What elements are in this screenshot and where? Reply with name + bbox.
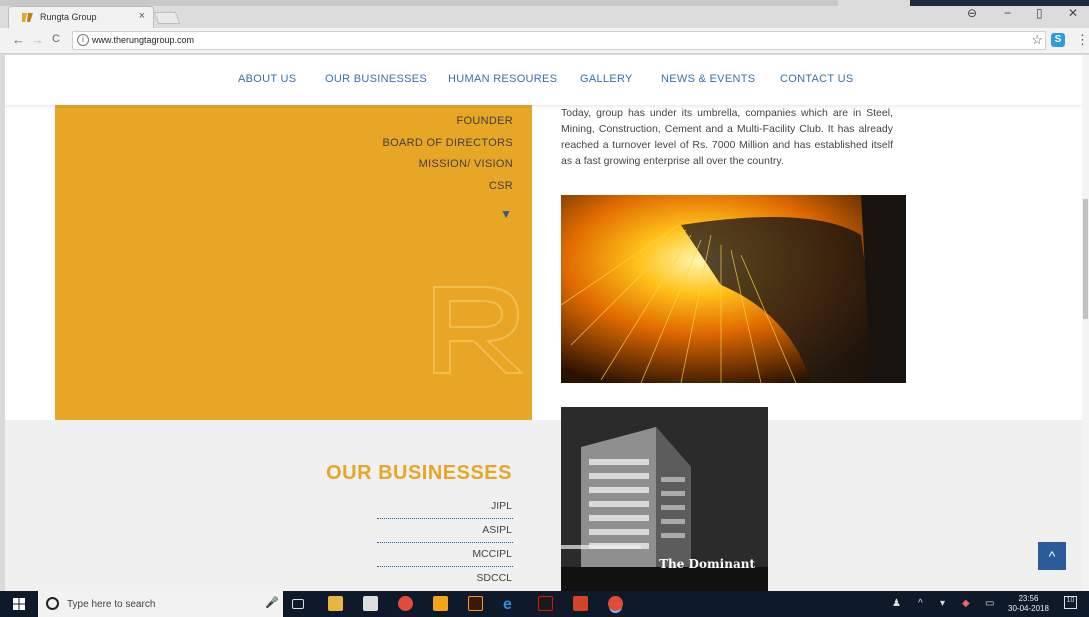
- page-scrollbar[interactable]: [1082, 55, 1089, 591]
- skype-extension-icon[interactable]: S: [1051, 33, 1065, 47]
- people-icon[interactable]: ♟: [892, 598, 901, 609]
- submenu-founder[interactable]: FOUNDER: [457, 115, 514, 127]
- microphone-icon[interactable]: 🎤: [265, 596, 279, 609]
- address-bar[interactable]: i www.therungtagroup.com ☆: [72, 31, 1046, 50]
- browser-tabstrip: Rungta Group × ⊖ − ▯ ✕: [0, 0, 1089, 28]
- powerpoint-icon[interactable]: [573, 596, 588, 611]
- new-tab-button[interactable]: [153, 12, 181, 24]
- reload-button[interactable]: C: [52, 33, 60, 45]
- windows-taskbar: Type here to search 🎤 e ♟ ^ ▾ ◆ ▭ 23:56 …: [0, 591, 1089, 617]
- close-window-button[interactable]: ✕: [1068, 6, 1078, 20]
- edge-icon[interactable]: e: [503, 596, 518, 613]
- divider: [377, 518, 513, 519]
- nav-contact-us[interactable]: CONTACT US: [780, 73, 854, 85]
- submenu-board-of-directors[interactable]: BOARD OF DIRECTORS: [383, 137, 514, 149]
- tab-title: Rungta Group: [40, 12, 97, 22]
- browser-toolbar: ← → C i www.therungtagroup.com ☆: [0, 28, 1089, 54]
- profile-icon[interactable]: ⊖: [967, 6, 977, 20]
- browser-menu-icon[interactable]: ⋮: [1076, 32, 1089, 48]
- background-window-edge: [910, 0, 1089, 6]
- tab-close-icon[interactable]: ×: [139, 10, 145, 22]
- molten-steel-image: [561, 195, 906, 383]
- submenu-csr[interactable]: CSR: [489, 180, 513, 192]
- divider: [377, 542, 513, 543]
- nav-human-resources[interactable]: HUMAN RESOURES: [448, 73, 557, 85]
- about-submenu-panel: FOUNDER BOARD OF DIRECTORS MISSION/ VISI…: [55, 105, 532, 420]
- address-url[interactable]: www.therungtagroup.com: [92, 35, 194, 45]
- business-link-jipl[interactable]: JIPL: [491, 500, 512, 512]
- task-view-icon[interactable]: [292, 599, 304, 609]
- battery-icon[interactable]: ▭: [985, 598, 994, 609]
- nav-news-events[interactable]: NEWS & EVENTS: [661, 73, 755, 85]
- taskbar-search-placeholder[interactable]: Type here to search: [67, 599, 155, 610]
- site-navigation: ABOUT US OUR BUSINESSES HUMAN RESOURES G…: [5, 55, 1082, 105]
- scroll-to-top-button[interactable]: ^: [1038, 542, 1066, 570]
- nav-about-us[interactable]: ABOUT US: [238, 73, 296, 85]
- businesses-section: OUR BUSINESSES JIPL ASIPL MCCIPL SDCCL: [5, 420, 1082, 591]
- forward-button[interactable]: →: [31, 32, 44, 47]
- clock-time: 23:56: [1018, 594, 1039, 603]
- notification-center-icon[interactable]: 10: [1064, 596, 1077, 609]
- scrollbar-thumb[interactable]: [1083, 199, 1088, 319]
- building-caption: The Dominant: [659, 557, 755, 571]
- submenu-mission-vision[interactable]: MISSION/ VISION: [419, 158, 513, 170]
- illustrator-icon[interactable]: [468, 596, 483, 611]
- more-down-arrow-icon[interactable]: ▼: [500, 207, 512, 221]
- windows-start-icon[interactable]: [13, 598, 25, 610]
- app-tray-icon[interactable]: ◆: [962, 598, 970, 609]
- divider: [377, 566, 513, 567]
- maximize-button[interactable]: ▯: [1036, 6, 1043, 20]
- app-icon[interactable]: [433, 596, 448, 611]
- bookmark-star-icon[interactable]: ☆: [1031, 32, 1043, 48]
- nav-gallery[interactable]: GALLERY: [580, 73, 633, 85]
- business-link-mccipl[interactable]: MCCIPL: [472, 548, 512, 560]
- business-link-asipl[interactable]: ASIPL: [482, 524, 512, 536]
- nav-our-businesses[interactable]: OUR BUSINESSES: [325, 73, 427, 85]
- minimize-button[interactable]: −: [1004, 6, 1011, 20]
- the-dominant-building-image[interactable]: The Dominant: [561, 407, 768, 591]
- chrome-active-icon[interactable]: [608, 596, 623, 611]
- taskbar-clock[interactable]: 23:56 30-04-2018: [1008, 594, 1049, 614]
- cortana-icon[interactable]: [46, 597, 59, 610]
- business-link-sdccl[interactable]: SDCCL: [476, 572, 512, 584]
- browser-tab[interactable]: Rungta Group ×: [8, 6, 154, 28]
- rungta-favicon-icon: [22, 13, 33, 22]
- page-viewport: ABOUT US OUR BUSINESSES HUMAN RESOURES G…: [5, 55, 1082, 591]
- site-info-icon[interactable]: i: [77, 34, 89, 46]
- store-icon[interactable]: [363, 596, 378, 611]
- r-watermark-logo: [433, 286, 525, 374]
- back-button[interactable]: ←: [12, 32, 25, 47]
- netflix-icon[interactable]: [538, 596, 553, 611]
- tray-chevron-icon[interactable]: ^: [918, 598, 923, 609]
- taskbar-search-box[interactable]: Type here to search 🎤: [38, 591, 283, 617]
- clock-date: 30-04-2018: [1008, 604, 1049, 613]
- chrome-icon[interactable]: [398, 596, 413, 611]
- about-paragraph: Today, group has under its umbrella, com…: [561, 107, 893, 167]
- file-explorer-icon[interactable]: [328, 596, 343, 611]
- businesses-heading: OUR BUSINESSES: [326, 462, 512, 484]
- network-icon[interactable]: ▾: [940, 598, 945, 609]
